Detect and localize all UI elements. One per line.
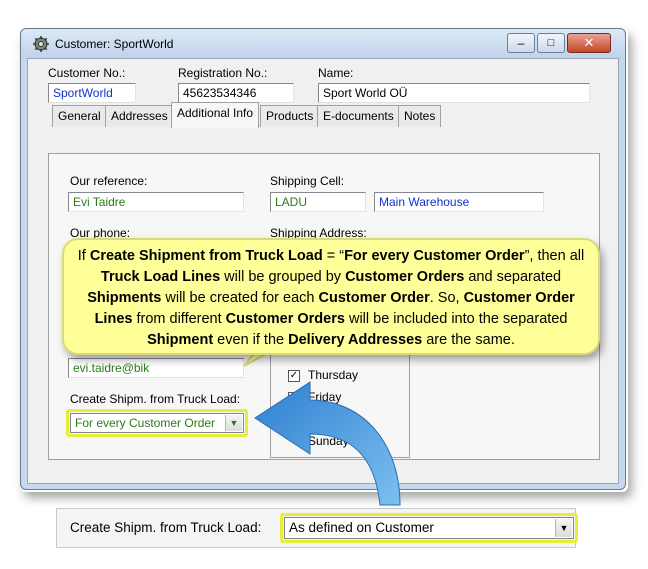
customer-no-input[interactable]: SportWorld bbox=[48, 83, 136, 103]
window-title: Customer: SportWorld bbox=[55, 37, 174, 51]
create-shipm-label: Create Shipm. from Truck Load: bbox=[70, 392, 241, 406]
shipping-cell-code-input[interactable]: LADU bbox=[270, 192, 366, 212]
create-shipm-value: For every Customer Order bbox=[75, 416, 216, 430]
tab-additional-info[interactable]: Additional Info bbox=[171, 102, 260, 128]
name-label: Name: bbox=[318, 66, 354, 80]
chevron-down-icon[interactable]: ▼ bbox=[555, 519, 572, 537]
close-icon: ✕ bbox=[583, 35, 595, 50]
title-bar[interactable]: Customer: SportWorld – □ ✕ bbox=[21, 29, 625, 59]
tab-products[interactable]: Products bbox=[260, 105, 320, 127]
curved-arrow-icon bbox=[254, 381, 401, 506]
explanation-callout: If Create Shipment from Truck Load = “Fo… bbox=[62, 238, 600, 355]
customer-no-label: Customer No.: bbox=[48, 66, 126, 80]
bottom-create-shipm-value: As defined on Customer bbox=[289, 520, 434, 535]
our-reference-input[interactable]: Evi Taidre bbox=[68, 192, 244, 212]
tab-notes[interactable]: Notes bbox=[398, 105, 442, 127]
tab-addresses[interactable]: Addresses bbox=[105, 105, 174, 127]
tab-e-documents[interactable]: E-documents bbox=[317, 105, 400, 127]
minimize-icon: – bbox=[517, 36, 525, 50]
close-button[interactable]: ✕ bbox=[567, 33, 611, 53]
maximize-button[interactable]: □ bbox=[537, 33, 565, 53]
email-input[interactable]: evi.taidre@bik bbox=[68, 358, 244, 378]
minimize-button[interactable]: – bbox=[507, 33, 535, 53]
bottom-create-shipm-label: Create Shipm. from Truck Load: bbox=[70, 520, 262, 535]
tab-general[interactable]: General bbox=[52, 105, 107, 127]
registration-no-label: Registration No.: bbox=[178, 66, 268, 80]
registration-no-input[interactable]: 45623534346 bbox=[178, 83, 294, 103]
maximize-icon: □ bbox=[547, 37, 555, 49]
gear-icon bbox=[33, 36, 49, 52]
name-input[interactable]: Sport World OÜ bbox=[318, 83, 590, 103]
bottom-create-shipm-dropdown[interactable]: As defined on Customer ▼ bbox=[284, 517, 574, 539]
create-shipm-dropdown[interactable]: For every Customer Order ▼ bbox=[70, 413, 244, 433]
shipping-cell-label: Shipping Cell: bbox=[270, 174, 345, 188]
shipping-cell-name-input[interactable]: Main Warehouse bbox=[374, 192, 544, 212]
chevron-down-icon[interactable]: ▼ bbox=[225, 415, 242, 431]
our-reference-label: Our reference: bbox=[70, 174, 148, 188]
